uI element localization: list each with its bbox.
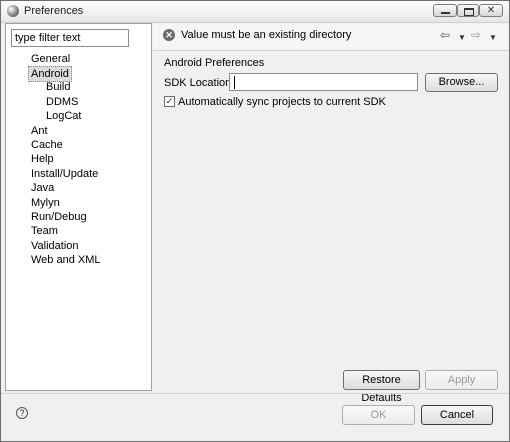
bottom-divider bbox=[1, 393, 509, 394]
forward-history-dropdown-icon[interactable]: ▼ bbox=[489, 32, 497, 44]
auto-sync-checkbox[interactable]: ✓ bbox=[164, 96, 175, 107]
filter-input[interactable] bbox=[11, 29, 129, 47]
auto-sync-label[interactable]: Automatically sync projects to current S… bbox=[178, 96, 386, 108]
tree-item-run-debug[interactable]: Run/Debug bbox=[31, 210, 87, 224]
cancel-button[interactable]: Cancel bbox=[421, 405, 493, 425]
close-icon: ✕ bbox=[486, 5, 496, 16]
ok-button[interactable]: OK bbox=[342, 405, 415, 425]
title-bar[interactable]: Preferences ✕ bbox=[1, 1, 509, 23]
tree-item-validation[interactable]: Validation bbox=[31, 239, 79, 253]
tree-item-java[interactable]: Java bbox=[31, 181, 54, 195]
forward-arrow-icon[interactable]: ⇨ bbox=[471, 29, 481, 41]
browse-button[interactable]: Browse... bbox=[425, 73, 498, 92]
apply-button[interactable]: Apply bbox=[425, 370, 498, 390]
tree-item-cache[interactable]: Cache bbox=[31, 138, 63, 152]
preferences-window: Preferences ✕ General Android Build DDMS… bbox=[0, 0, 510, 442]
sdk-location-input[interactable] bbox=[229, 73, 418, 91]
error-icon: ✕ bbox=[163, 29, 175, 41]
page-title: Android Preferences bbox=[164, 57, 265, 69]
back-arrow-icon[interactable]: ⇦ bbox=[440, 29, 450, 41]
window-title: Preferences bbox=[24, 5, 84, 17]
minimize-icon bbox=[441, 12, 450, 14]
maximize-icon bbox=[464, 8, 474, 16]
minimize-button[interactable] bbox=[433, 4, 457, 17]
tree-item-mylyn[interactable]: Mylyn bbox=[31, 196, 60, 210]
tree-item-general[interactable]: General bbox=[31, 52, 70, 66]
maximize-button[interactable] bbox=[457, 4, 479, 17]
page-header: ✕ Value must be an existing directory ⇦ … bbox=[153, 23, 509, 51]
tree-item-logcat[interactable]: LogCat bbox=[46, 109, 81, 123]
tree-item-web-and-xml[interactable]: Web and XML bbox=[31, 253, 101, 267]
sdk-location-label: SDK Location: bbox=[164, 77, 235, 89]
close-button[interactable]: ✕ bbox=[479, 4, 503, 17]
tree-item-build[interactable]: Build bbox=[46, 80, 70, 94]
checkmark-icon: ✓ bbox=[165, 96, 174, 106]
help-icon[interactable]: ? bbox=[16, 407, 28, 419]
tree-item-install-update[interactable]: Install/Update bbox=[31, 167, 98, 181]
tree-item-ant[interactable]: Ant bbox=[31, 124, 48, 138]
tree-item-team[interactable]: Team bbox=[31, 224, 58, 238]
preferences-tree-panel: General Android Build DDMS LogCat Ant Ca… bbox=[5, 23, 152, 391]
tree-item-help[interactable]: Help bbox=[31, 152, 54, 166]
back-history-dropdown-icon[interactable]: ▼ bbox=[458, 32, 466, 44]
eclipse-app-icon bbox=[7, 5, 19, 17]
restore-defaults-button[interactable]: Restore Defaults bbox=[343, 370, 420, 404]
text-caret bbox=[234, 76, 235, 89]
tree-item-ddms[interactable]: DDMS bbox=[46, 95, 78, 109]
validation-message: Value must be an existing directory bbox=[181, 29, 352, 41]
